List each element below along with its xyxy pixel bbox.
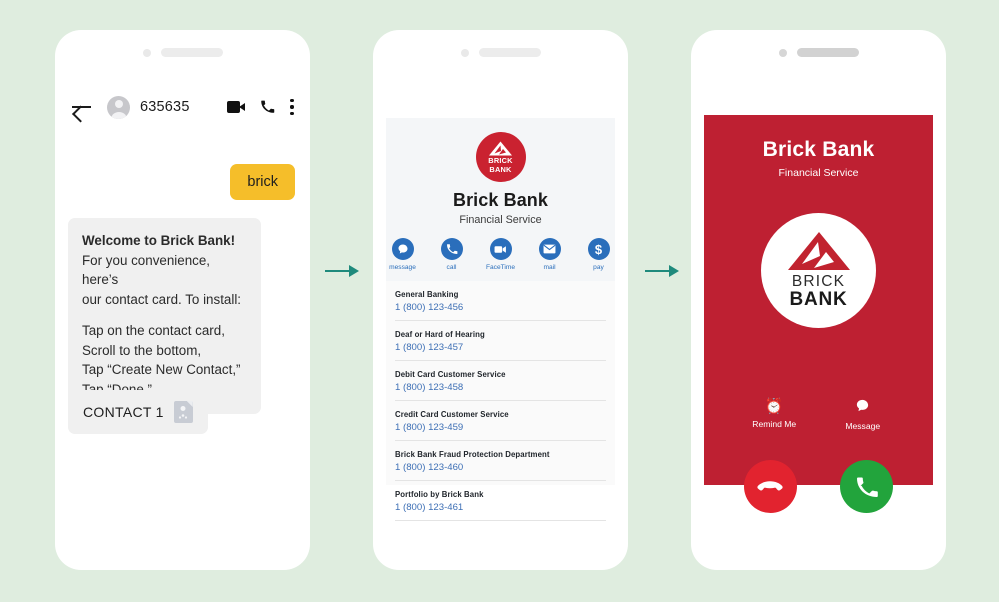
list-item[interactable]: Debit Card Customer Service 1 (800) 123-…	[395, 361, 606, 401]
contact-number[interactable]: 1 (800) 123-457	[395, 342, 606, 353]
caller-name: Brick Bank	[762, 138, 875, 161]
list-item[interactable]: Deaf or Hard of Hearing 1 (800) 123-457	[395, 321, 606, 361]
contact-number[interactable]: 1 (800) 123-461	[395, 502, 606, 513]
incoming-message-bubble: Welcome to Brick Bank! For you convenien…	[68, 218, 261, 414]
contact-subtitle: Financial Service	[459, 214, 542, 226]
earpiece-speaker	[478, 48, 541, 57]
list-item[interactable]: Portfolio by Brick Bank 1 (800) 123-461	[395, 481, 606, 521]
contact-label: Brick Bank Fraud Protection Department	[395, 450, 550, 459]
header-icon-group	[227, 98, 294, 116]
accept-call-button[interactable]: Accept	[827, 460, 907, 529]
list-item[interactable]: Brick Bank Fraud Protection Department 1…	[395, 441, 606, 481]
remind-me-button[interactable]: ⏰ Remind Me	[739, 398, 809, 431]
message-line-2: For you convenience, here’s	[82, 252, 211, 288]
phone-notch	[373, 48, 628, 57]
brick-bank-logo-badge: BRICK BANK	[475, 132, 526, 182]
contact-number[interactable]: 1 (800) 123-459	[395, 422, 606, 433]
mountain-logo-icon	[489, 141, 512, 156]
accept-call-icon	[840, 460, 894, 513]
overflow-menu-icon[interactable]	[290, 98, 294, 116]
front-camera-icon	[778, 48, 787, 57]
incoming-call-panel: Brick Bank Financial Service BRICK BANK …	[704, 115, 933, 529]
screenshot-canvas: 635635 brick Welcome to Brick Bank! For …	[0, 0, 999, 602]
contact-number[interactable]: 1 (800) 123-456	[395, 302, 606, 313]
contact-number[interactable]: 1 (800) 123-458	[395, 382, 606, 393]
action-pay[interactable]: $ pay	[582, 238, 615, 271]
dollar-sign-icon: $	[587, 238, 610, 260]
message-line-3: our contact card. To install:	[82, 291, 242, 307]
vcard-icon	[173, 401, 193, 423]
contact-label: Debit Card Customer Service	[395, 370, 506, 379]
decline-label: Decline	[755, 519, 785, 529]
message-line-5: Scroll to the bottom,	[82, 342, 202, 358]
action-pay-label: pay	[593, 264, 604, 271]
contact-action-row: message call FaceTime mail $ pay	[386, 238, 615, 271]
message-label: Message	[845, 421, 881, 431]
envelope-icon	[538, 238, 561, 260]
contact-name: Brick Bank	[452, 190, 549, 210]
primary-call-actions: Decline Accept	[704, 460, 933, 529]
decline-call-icon	[743, 460, 797, 513]
contact-label: Deaf or Hard of Hearing	[395, 330, 485, 339]
action-mail[interactable]: mail	[533, 238, 566, 271]
phone-1-sms: 635635 brick Welcome to Brick Bank! For …	[55, 30, 310, 570]
front-camera-icon	[460, 48, 469, 57]
contact-number[interactable]: 1 (800) 123-460	[395, 462, 606, 473]
logo-text-bank: BANK	[489, 164, 512, 174]
logo-text-brick: BRICK	[488, 155, 513, 165]
message-line-1: Welcome to Brick Bank!	[82, 233, 236, 248]
phone-handset-icon	[440, 238, 463, 260]
secondary-call-actions: ⏰ Remind Me Message	[704, 398, 933, 431]
alarm-clock-icon: ⏰	[764, 398, 784, 415]
avatar	[107, 95, 130, 119]
list-item[interactable]: General Banking 1 (800) 123-456	[395, 281, 606, 321]
accept-label: Accept	[853, 519, 881, 529]
phone-2-contact-card: BRICK BANK Brick Bank Financial Service …	[373, 30, 628, 570]
message-button[interactable]: Message	[828, 398, 898, 431]
attachment-label: CONTACT 1	[83, 404, 164, 420]
contact-label: Portfolio by Brick Bank	[395, 490, 484, 499]
phone-notch	[691, 48, 946, 57]
video-camera-icon	[489, 238, 512, 260]
back-arrow-icon[interactable]	[71, 96, 93, 118]
decline-call-button[interactable]: Decline	[730, 460, 810, 529]
flow-arrow-2	[645, 265, 681, 277]
earpiece-speaker	[796, 48, 859, 57]
action-message[interactable]: message	[386, 238, 419, 271]
contact-card-header: BRICK BANK Brick Bank Financial Service …	[386, 118, 615, 281]
video-call-icon[interactable]	[227, 100, 245, 113]
contact-card-panel: BRICK BANK Brick Bank Financial Service …	[386, 118, 615, 521]
phone-3-call-screen: Brick Bank Financial Service BRICK BANK …	[691, 30, 946, 570]
contact-label: General Banking	[395, 290, 459, 299]
logo-text-brick: BRICK	[791, 273, 846, 290]
logo-text-bank: BANK	[789, 289, 848, 310]
message-line-4: Tap on the contact card,	[82, 323, 225, 338]
action-facetime[interactable]: FaceTime	[484, 238, 517, 271]
contact-number-list: General Banking 1 (800) 123-456 Deaf or …	[386, 281, 615, 521]
front-camera-icon	[142, 48, 151, 57]
sms-header-bar: 635635	[55, 90, 310, 124]
list-item[interactable]: Credit Card Customer Service 1 (800) 123…	[395, 401, 606, 441]
contact-label: Credit Card Customer Service	[395, 410, 509, 419]
contact-card-attachment[interactable]: CONTACT 1	[68, 390, 208, 434]
phone-call-icon[interactable]	[260, 99, 275, 114]
caller-subtitle: Financial Service	[778, 167, 859, 179]
conversation-number: 635635	[140, 99, 190, 115]
remind-me-label: Remind Me	[752, 419, 797, 429]
action-message-label: message	[389, 264, 416, 271]
flow-arrow-1	[325, 265, 361, 277]
message-line-6: Tap “Create New Contact,”	[82, 362, 241, 377]
mountain-logo-icon	[787, 232, 850, 270]
earpiece-speaker	[160, 48, 223, 57]
outgoing-message-bubble: brick	[230, 164, 295, 200]
action-mail-label: mail	[543, 264, 556, 271]
brick-bank-logo-large: BRICK BANK	[761, 213, 876, 328]
action-facetime-label: FaceTime	[485, 264, 516, 271]
action-call[interactable]: call	[435, 238, 468, 271]
phone-notch	[55, 48, 310, 57]
action-call-label: call	[446, 264, 457, 271]
message-bubble-icon	[391, 238, 414, 260]
message-bubble-icon	[828, 398, 898, 417]
